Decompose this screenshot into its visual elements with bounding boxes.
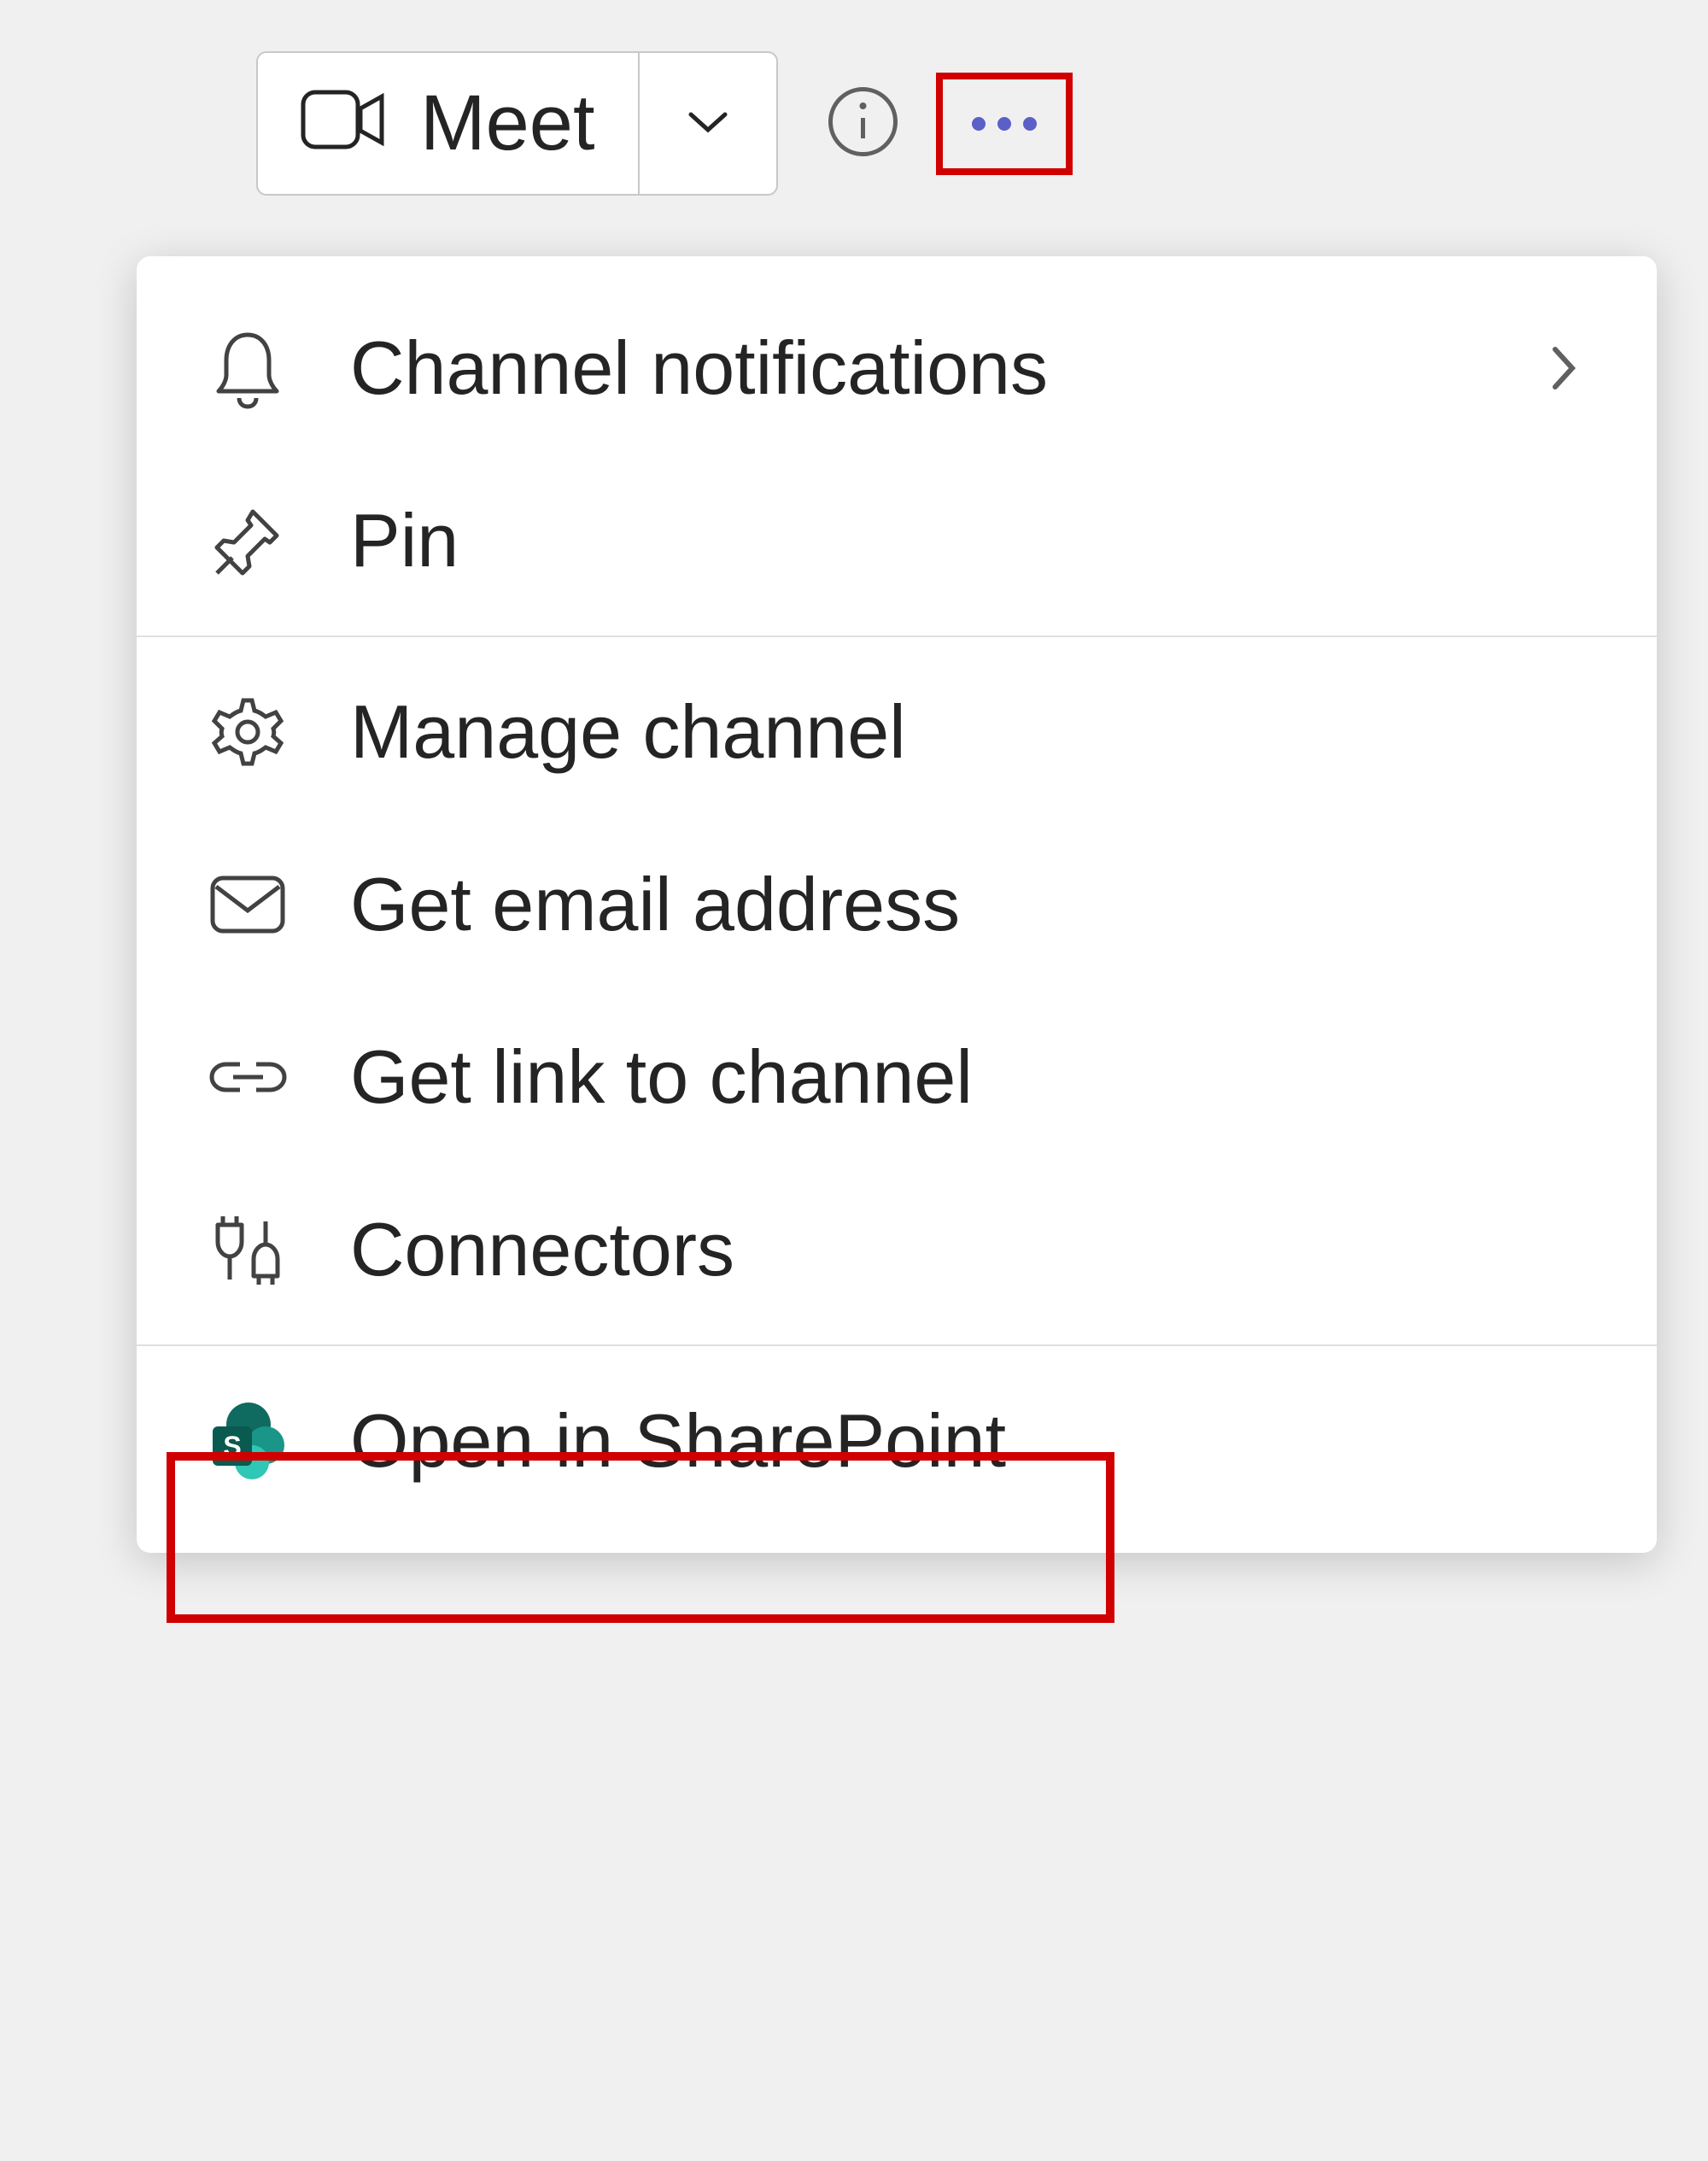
gear-icon (205, 694, 290, 770)
menu-item-get-email-address[interactable]: Get email address (137, 818, 1657, 991)
menu-item-label: Connectors (350, 1206, 1588, 1293)
highlight-annotation (936, 73, 1073, 175)
menu-item-channel-notifications[interactable]: Channel notifications (137, 282, 1657, 454)
connectors-icon (205, 1209, 290, 1291)
menu-item-manage-channel[interactable]: Manage channel (137, 646, 1657, 818)
svg-text:S: S (223, 1431, 241, 1461)
menu-divider (137, 1344, 1657, 1346)
menu-item-label: Manage channel (350, 688, 1588, 776)
info-icon (827, 85, 899, 162)
menu-item-label: Open in SharePoint (350, 1397, 1588, 1485)
channel-toolbar: Meet (256, 51, 1060, 196)
menu-divider (137, 635, 1657, 637)
menu-item-label: Get email address (350, 861, 1588, 948)
chevron-down-icon (687, 108, 729, 138)
meet-dropdown-button[interactable] (640, 53, 776, 194)
sharepoint-icon: S (205, 1401, 290, 1482)
channel-options-menu: Channel notifications Pin Manage channel (137, 256, 1657, 1553)
chevron-right-icon (1537, 343, 1588, 394)
pin-icon (205, 505, 290, 577)
menu-item-label: Pin (350, 497, 1588, 584)
menu-item-label: Channel notifications (350, 325, 1477, 412)
menu-item-pin[interactable]: Pin (137, 454, 1657, 627)
meet-button-group: Meet (256, 51, 778, 196)
meet-button-label: Meet (420, 79, 595, 168)
menu-item-get-link-to-channel[interactable]: Get link to channel (137, 991, 1657, 1163)
menu-item-label: Get link to channel (350, 1034, 1588, 1121)
link-icon (205, 1056, 290, 1098)
meet-button[interactable]: Meet (258, 53, 640, 194)
more-options-button[interactable] (949, 77, 1060, 171)
envelope-icon (205, 875, 290, 934)
info-button[interactable] (825, 85, 902, 162)
menu-item-connectors[interactable]: Connectors (137, 1163, 1657, 1336)
bell-icon (205, 328, 290, 409)
video-camera-icon (301, 79, 386, 168)
menu-item-open-in-sharepoint[interactable]: S Open in SharePoint (137, 1355, 1657, 1527)
